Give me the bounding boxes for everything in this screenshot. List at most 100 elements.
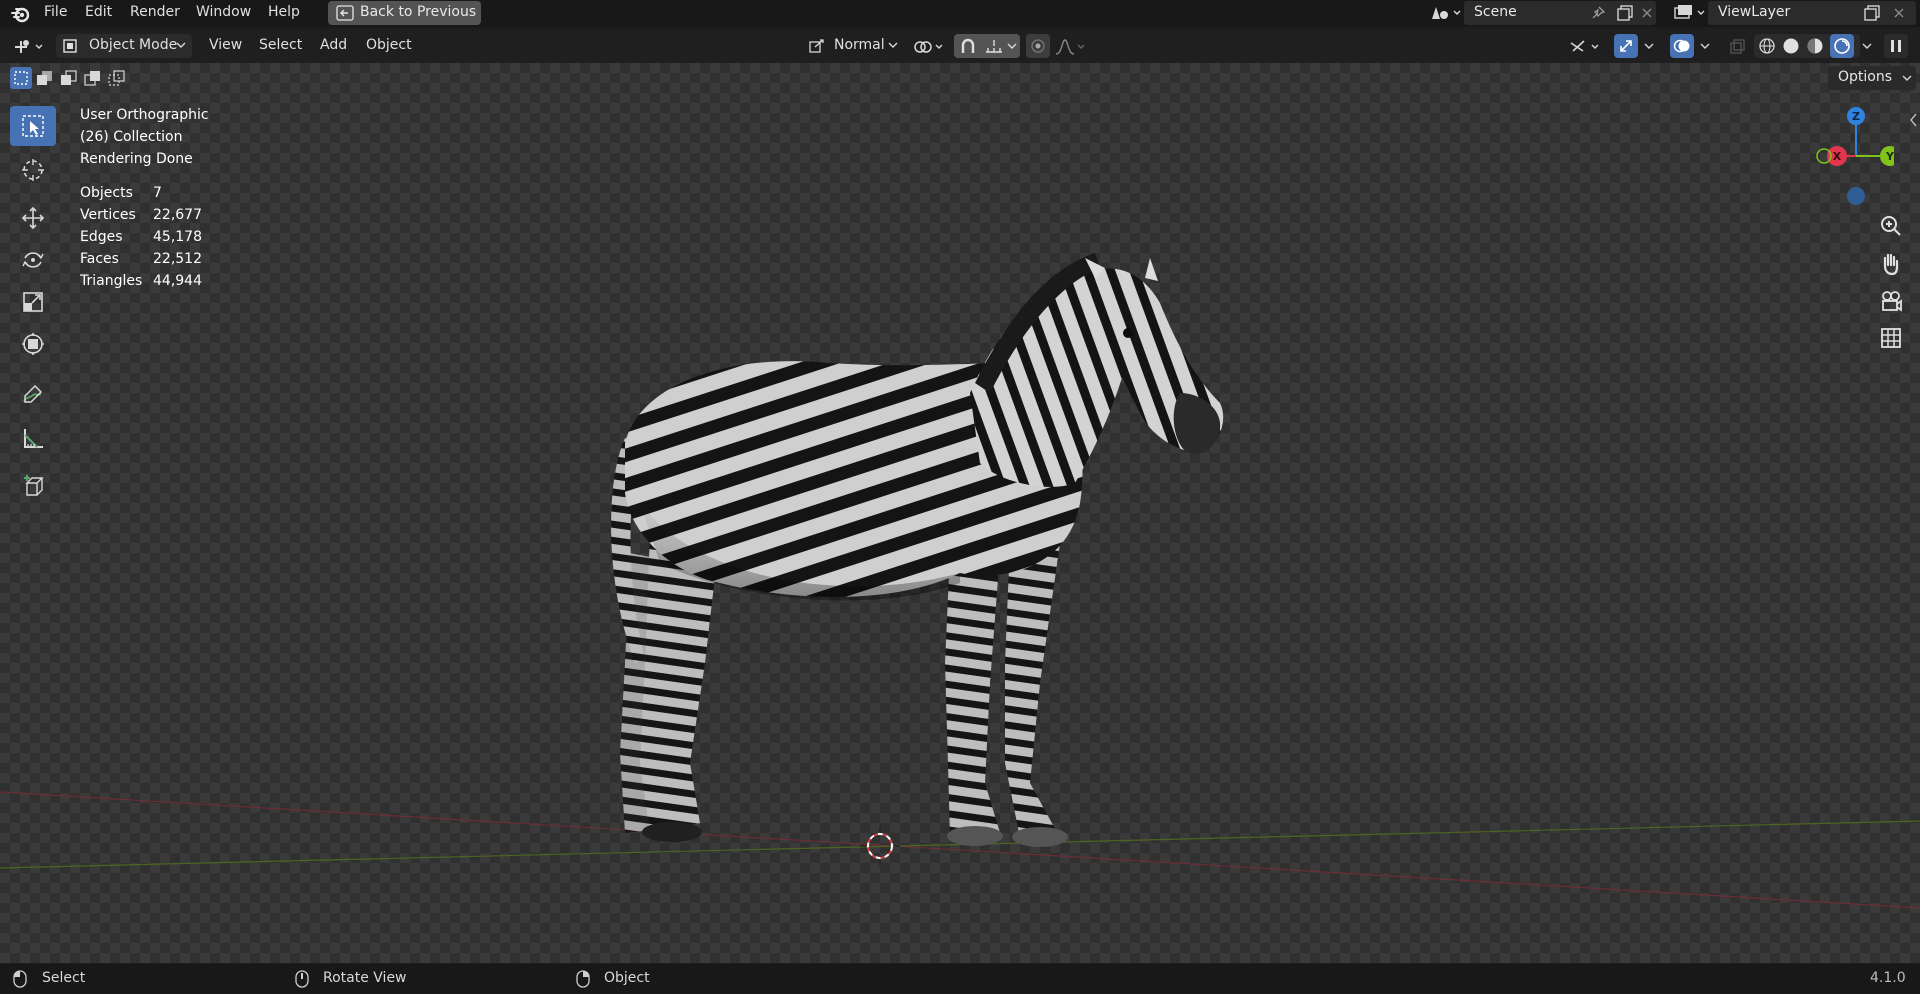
object-mode-icon [63, 39, 77, 53]
visibility-selectability-icon[interactable] [1568, 37, 1604, 57]
stat-label: Triangles [80, 273, 143, 289]
cursor-tool[interactable] [10, 150, 56, 190]
zoom-icon[interactable] [1875, 210, 1907, 242]
material-preview-shading-icon[interactable] [1806, 37, 1824, 55]
navigation-gizmo[interactable]: Z Y X [1808, 104, 1894, 208]
add-cube-tool[interactable] [10, 466, 56, 506]
chevron-down-icon[interactable] [1700, 43, 1710, 51]
transform-tool[interactable] [10, 324, 56, 364]
select-box-tool[interactable] [10, 106, 56, 146]
select-subtract-icon[interactable] [60, 70, 78, 86]
selection-mode-row: Options [0, 63, 1920, 91]
status-bar: Select Rotate View Object 4.1.0 [0, 964, 1920, 994]
stat-label: Edges [80, 229, 123, 245]
camera-view-icon[interactable] [1875, 286, 1907, 318]
chevron-down-icon[interactable] [1644, 43, 1654, 51]
zebra-hoof [642, 822, 702, 842]
collapse-sidebar-icon[interactable] [1908, 112, 1918, 128]
measure-tool[interactable] [10, 418, 56, 458]
orientation-dropdown[interactable]: Normal [806, 34, 902, 58]
view-layer-icon[interactable] [1672, 3, 1708, 23]
status-object: Object [604, 970, 650, 986]
chevron-down-icon [1902, 75, 1912, 81]
stat-value: 22,512 [153, 251, 202, 267]
falloff-curve-icon[interactable] [1054, 37, 1090, 57]
chevron-down-icon[interactable] [1862, 43, 1872, 51]
add-cube-icon [24, 475, 44, 496]
rotate-tool[interactable] [10, 240, 56, 280]
pin-icon[interactable] [1590, 5, 1606, 21]
select-intersect-icon[interactable] [108, 70, 126, 86]
xray-toggle-icon[interactable] [1728, 38, 1746, 56]
proportional-edit-icon [1031, 39, 1045, 53]
overlays-toggle[interactable] [1670, 34, 1694, 58]
editor-type-icon[interactable] [12, 37, 48, 57]
annotate-tool[interactable] [10, 374, 56, 414]
snap-toggle[interactable] [954, 34, 1020, 58]
scene-field[interactable]: Scene [1464, 1, 1656, 25]
close-view-layer-icon[interactable] [1892, 6, 1906, 20]
menu-select[interactable]: Select [259, 37, 302, 53]
rendered-shading-icon [1834, 38, 1850, 54]
menu-object[interactable]: Object [366, 37, 412, 53]
gizmo-arrow-icon [1620, 40, 1632, 52]
options-dropdown[interactable]: Options [1828, 66, 1916, 90]
solid-shading-icon[interactable] [1782, 37, 1800, 55]
menu-edit[interactable]: Edit [85, 4, 112, 20]
snap-magnet-icon [961, 38, 975, 53]
pan-hand-icon[interactable] [1875, 248, 1907, 280]
select-box-icon [22, 115, 44, 137]
gizmo-toggle[interactable] [1614, 34, 1638, 58]
mouse-right-icon [576, 970, 590, 988]
select-extend-icon[interactable] [36, 70, 54, 86]
menu-add[interactable]: Add [320, 37, 347, 53]
view-layer-name: ViewLayer [1718, 4, 1791, 20]
wireframe-shading-icon[interactable] [1758, 37, 1776, 55]
transform-icon [22, 333, 44, 355]
gizmo-y-label: Y [1885, 150, 1894, 163]
zebra-ear [1145, 258, 1158, 281]
view-name: User Orthographic [80, 107, 209, 123]
3d-viewport[interactable] [0, 63, 1920, 963]
back-to-previous-button[interactable]: Back to Previous [328, 1, 481, 25]
move-tool[interactable] [10, 198, 56, 238]
stat-label: Objects [80, 185, 133, 201]
viewport-scene [0, 253, 1920, 909]
menu-render[interactable]: Render [130, 4, 180, 20]
ortho-grid-icon[interactable] [1875, 322, 1907, 354]
select-invert-icon[interactable] [84, 70, 102, 86]
menu-view[interactable]: View [209, 37, 242, 53]
menu-help[interactable]: Help [268, 4, 300, 20]
menu-file[interactable]: File [44, 4, 67, 20]
version-label: 4.1.0 [1870, 970, 1906, 986]
status-rotate-view: Rotate View [323, 970, 407, 986]
scale-tool[interactable] [10, 282, 56, 322]
zebra-eye [1123, 328, 1133, 338]
mouse-middle-icon [295, 970, 309, 988]
chevron-down-icon [888, 42, 898, 48]
orientation-label: Normal [834, 37, 885, 53]
stat-value: 45,178 [153, 229, 202, 245]
pivot-point-icon[interactable] [912, 37, 948, 57]
duplicate-scene-icon[interactable] [1616, 4, 1634, 22]
back-arrow-icon [336, 5, 354, 21]
duplicate-view-layer-icon[interactable] [1863, 4, 1881, 22]
chevron-down-icon [1007, 43, 1017, 49]
scene-name: Scene [1474, 4, 1517, 20]
rendered-shading-button[interactable] [1830, 34, 1854, 58]
zebra-hoof [947, 826, 1003, 846]
scene-icon[interactable] [1428, 3, 1464, 23]
mode-dropdown[interactable]: Object Mode [56, 34, 192, 58]
collection-name: (26) Collection [80, 129, 183, 145]
select-new-mode[interactable] [10, 67, 32, 89]
pause-render-button[interactable] [1884, 34, 1908, 58]
close-scene-icon[interactable] [1640, 6, 1654, 20]
view-layer-field[interactable]: ViewLayer [1708, 1, 1916, 25]
cursor-icon [22, 159, 44, 181]
gizmo-x-label: X [1833, 150, 1842, 163]
blender-logo-icon[interactable] [10, 4, 30, 24]
menu-window[interactable]: Window [196, 4, 251, 20]
orientation-icon [809, 39, 824, 53]
proportional-edit-toggle[interactable] [1026, 34, 1050, 58]
measure-ruler-icon [24, 429, 43, 448]
